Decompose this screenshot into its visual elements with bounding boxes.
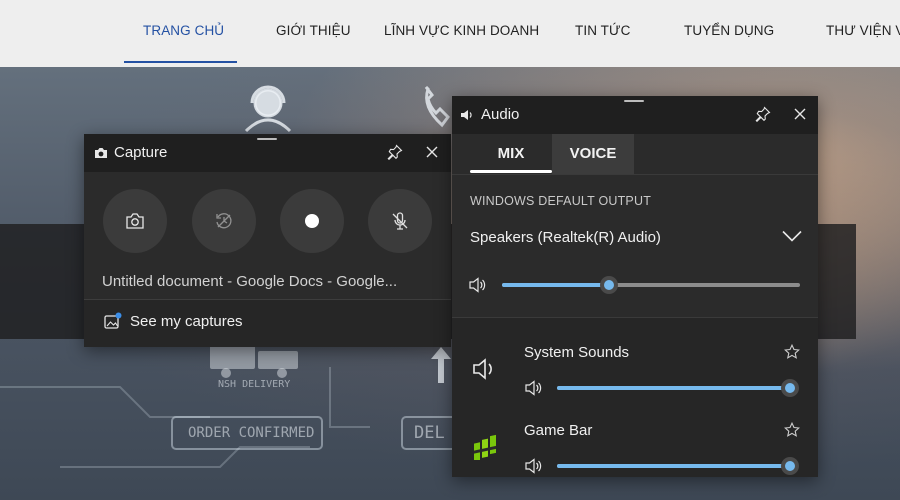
capture-header[interactable]: Capture [84, 134, 451, 172]
system-sounds-volume-slider[interactable] [557, 379, 799, 397]
drag-handle[interactable] [624, 100, 644, 102]
tab-voice[interactable]: VOICE [552, 134, 634, 174]
record-dot-icon [305, 214, 319, 228]
history-icon [216, 213, 232, 229]
volume-icon[interactable] [525, 458, 543, 474]
audio-title: Audio [481, 106, 520, 123]
game-bar-icon [474, 434, 496, 460]
slider-fill [557, 386, 790, 390]
output-device-label: Speakers (Realtek(R) Audio) [470, 229, 661, 246]
see-my-captures-label: See my captures [130, 312, 243, 330]
default-output-heading: WINDOWS DEFAULT OUTPUT [470, 194, 652, 208]
master-volume-slider[interactable] [502, 276, 800, 294]
game-bar-volume-slider[interactable] [557, 457, 799, 475]
nav-item-about[interactable]: GIỚI THIỆU [276, 0, 351, 63]
start-recording-button[interactable] [280, 189, 344, 253]
hero-order-confirmed-label: ORDER CONFIRMED [188, 425, 315, 441]
capture-title: Capture [114, 144, 168, 161]
audio-header[interactable]: Audio [452, 96, 818, 134]
pin-button[interactable] [754, 105, 772, 123]
pin-button[interactable] [386, 143, 404, 161]
app-mixer-section [452, 318, 818, 477]
tab-selected-indicator [470, 170, 552, 173]
nav-item-business-fields[interactable]: LĨNH VỰC KINH DOANH [384, 0, 539, 63]
chevron-down-icon [782, 230, 802, 242]
close-button[interactable] [423, 143, 441, 161]
drag-handle[interactable] [257, 138, 277, 140]
nav-item-careers[interactable]: TUYỂN DỤNG [684, 0, 774, 63]
tab-mix[interactable]: MIX [470, 134, 552, 174]
record-last-30s-button[interactable] [192, 189, 256, 253]
slider-fill [502, 283, 610, 287]
slider-thumb[interactable] [600, 276, 619, 294]
volume-icon[interactable] [525, 380, 543, 396]
camera-icon [126, 213, 144, 229]
hero-delivery-label: NSH DELIVERY [218, 379, 291, 390]
favorite-star-icon[interactable] [784, 422, 800, 438]
audio-widget: Audio MIX VOICE WINDOWS DEFAULT OUTPUT S… [452, 96, 818, 477]
slider-fill [557, 464, 790, 468]
pin-icon [387, 144, 403, 160]
screenshot-button[interactable] [103, 189, 167, 253]
nav-item-library[interactable]: THƯ VIỆN V [826, 0, 900, 63]
see-my-captures-link[interactable]: See my captures [104, 310, 243, 332]
mic-off-icon [392, 212, 408, 230]
microphone-toggle-button[interactable] [368, 189, 432, 253]
favorite-star-icon[interactable] [784, 344, 800, 360]
volume-icon[interactable] [469, 277, 487, 293]
app-name-system-sounds: System Sounds [524, 344, 630, 361]
app-name-game-bar: Game Bar [524, 422, 593, 439]
close-button[interactable] [791, 105, 809, 123]
site-navigation-bar: TRANG CHỦ GIỚI THIỆU LĨNH VỰC KINH DOANH… [0, 0, 900, 67]
speaker-icon [458, 106, 476, 124]
pin-icon [755, 106, 771, 122]
captured-window-title: Untitled document - Google Docs - Google… [102, 273, 398, 290]
capture-widget: Capture Untitled document - Google Docs … [84, 134, 451, 347]
hero-del-label: DEL [414, 423, 445, 443]
nav-active-indicator [124, 61, 237, 63]
camera-icon [92, 144, 110, 162]
divider [452, 174, 818, 175]
speaker-icon [473, 358, 492, 380]
output-device-dropdown[interactable]: Speakers (Realtek(R) Audio) [470, 226, 802, 252]
nav-item-home[interactable]: TRANG CHỦ [143, 0, 224, 63]
close-icon [794, 108, 806, 120]
slider-thumb[interactable] [781, 457, 799, 475]
slider-thumb[interactable] [781, 379, 799, 397]
nav-item-news[interactable]: TIN TỨC [575, 0, 630, 63]
close-icon [426, 146, 438, 158]
gallery-icon [104, 312, 122, 329]
